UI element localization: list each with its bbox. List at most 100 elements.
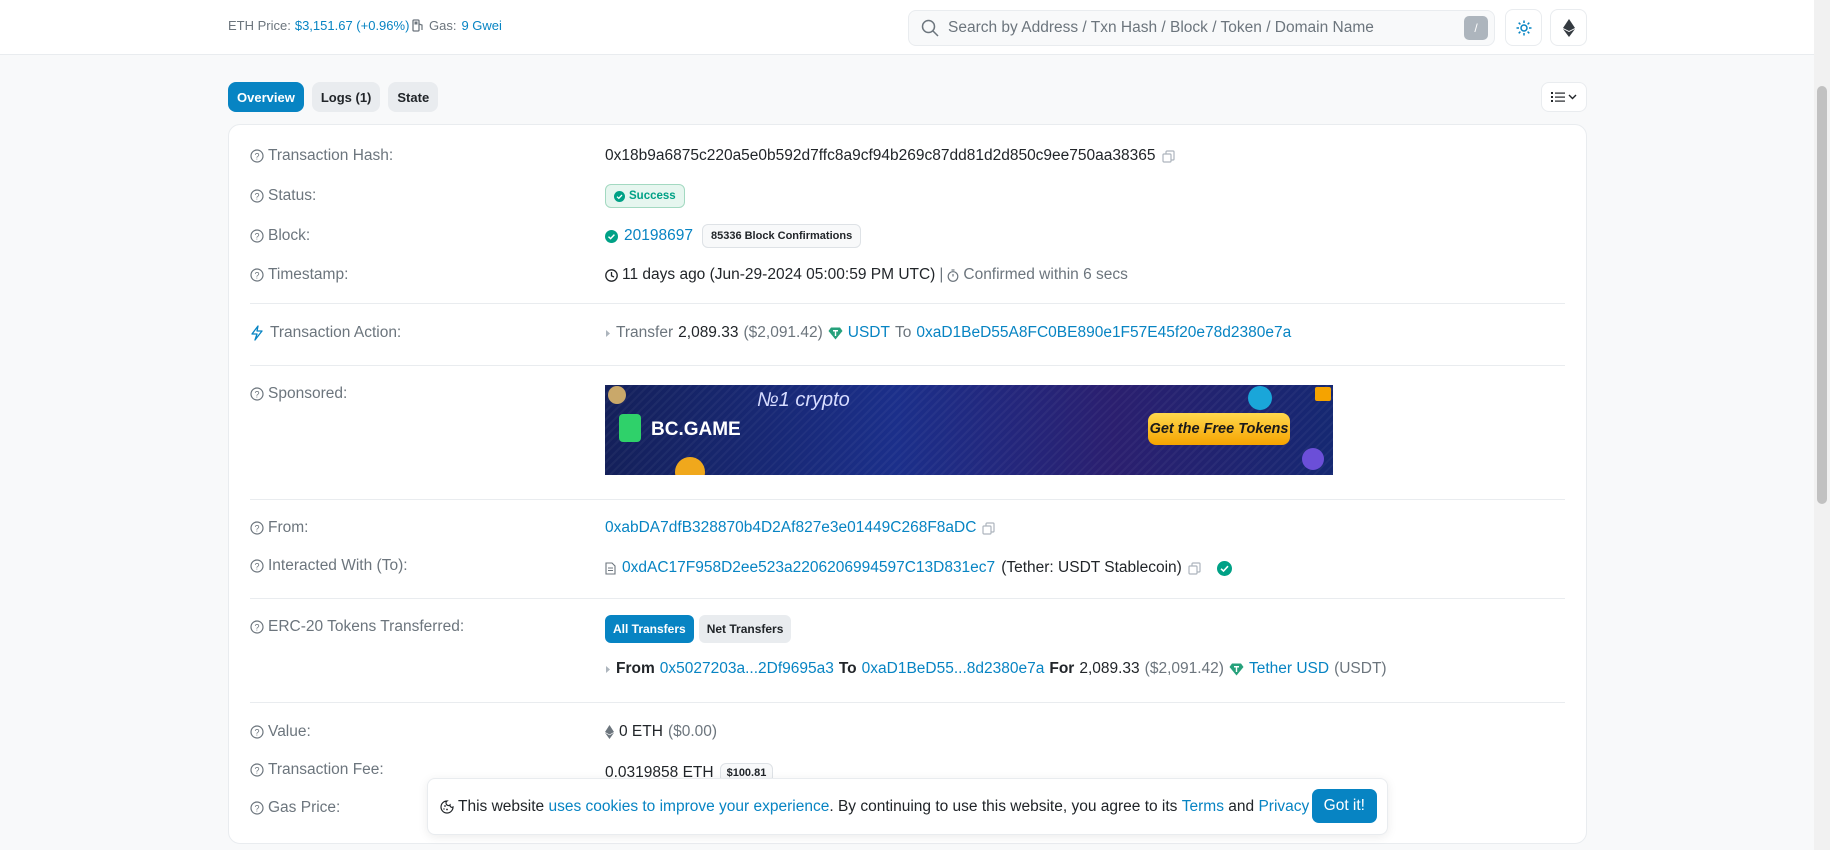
tab-state[interactable]: State — [388, 82, 439, 112]
coin-icon — [1248, 386, 1272, 410]
clock-icon — [605, 268, 618, 282]
block-label: ? Block: — [250, 227, 310, 245]
row-sponsored: ? Sponsored: BC.GAME №1 crypto Get the F… — [250, 385, 1565, 475]
tx-hash-label: ? Transaction Hash: — [250, 147, 393, 165]
action-to-word: To — [894, 324, 912, 341]
svg-text:?: ? — [254, 271, 259, 281]
cookie-text-1: This website — [458, 797, 545, 815]
network-switch-button[interactable] — [1550, 9, 1587, 46]
cookie-policy-link[interactable]: uses cookies to improve your experience — [548, 798, 829, 816]
status-badge: Success — [605, 184, 685, 208]
action-token-link[interactable]: USDT — [848, 324, 890, 342]
svg-text:?: ? — [254, 152, 259, 162]
erc20-symbol: (USDT) — [1334, 660, 1387, 677]
chevron-down-icon — [1568, 94, 1577, 100]
help-icon[interactable]: ? — [250, 229, 264, 243]
svg-text:?: ? — [254, 562, 259, 572]
row-tx-action: Transaction Action: Transfer 2,089.33 ($… — [250, 324, 1565, 344]
search-shortcut-key: / — [1464, 16, 1488, 40]
action-verb: Transfer — [616, 324, 674, 341]
erc20-usd: ($2,091.42) — [1144, 660, 1224, 677]
from-label: ? From: — [250, 519, 308, 537]
banner-tagline: №1 crypto — [757, 389, 850, 411]
view-options-button[interactable] — [1541, 82, 1587, 112]
tab-overview[interactable]: Overview — [228, 82, 304, 112]
search-input[interactable] — [948, 19, 1464, 37]
cookie-consent-bar: This website uses cookies to improve you… — [427, 778, 1388, 835]
help-icon[interactable]: ? — [250, 268, 264, 282]
from-address-link[interactable]: 0xabDA7dfB328870b4D2Af827e3e01449C268F8a… — [605, 519, 976, 537]
help-icon[interactable]: ? — [250, 521, 264, 535]
tether-diamond-icon — [1229, 663, 1244, 675]
tx-action-label: Transaction Action: — [250, 324, 401, 342]
row-timestamp: ? Timestamp: 11 days ago (Jun-29-2024 05… — [250, 266, 1565, 286]
block-confirmations-badge: 85336 Block Confirmations — [701, 224, 862, 248]
divider — [250, 598, 1565, 599]
stopwatch-icon — [947, 268, 959, 282]
list-icon — [1551, 92, 1565, 102]
block-number-link[interactable]: 20198697 — [624, 227, 693, 245]
search-bar[interactable]: / — [908, 10, 1495, 46]
action-to-link[interactable]: 0xaD1BeD55A8FC0BE890e1F57E45f20e78d2380e… — [916, 324, 1291, 342]
help-icon[interactable]: ? — [250, 620, 264, 634]
banner-cta-button[interactable]: Get the Free Tokens — [1148, 413, 1290, 445]
help-icon[interactable]: ? — [250, 763, 264, 777]
ethereum-icon — [1562, 18, 1575, 37]
verified-check-icon — [1216, 560, 1232, 576]
erc20-token-link[interactable]: Tether USD — [1249, 660, 1329, 678]
eth-price-value[interactable]: $3,151.67 (+0.96%) — [295, 18, 410, 33]
theme-toggle-button[interactable] — [1505, 9, 1542, 46]
help-icon[interactable]: ? — [250, 725, 264, 739]
sponsored-label: ? Sponsored: — [250, 385, 347, 403]
row-interacted-with: ? Interacted With (To): 0xdAC17F958D2ee5… — [250, 557, 1565, 577]
status-value: Success — [605, 184, 685, 208]
coin-icon — [1302, 448, 1324, 470]
row-from: ? From: 0xabDA7dfB328870b4D2Af827e3e0144… — [250, 519, 1565, 539]
check-circle-icon — [605, 229, 618, 243]
svg-text:?: ? — [254, 623, 259, 633]
cookie-text-2: . By continuing to use this website, you… — [829, 797, 1178, 815]
help-icon[interactable]: ? — [250, 189, 264, 203]
net-transfers-button[interactable]: Net Transfers — [698, 615, 792, 643]
copy-icon[interactable] — [1188, 561, 1201, 575]
help-icon[interactable]: ? — [250, 387, 264, 401]
erc20-from-link[interactable]: 0x5027203a...2Df9695a3 — [660, 660, 834, 678]
all-transfers-button[interactable]: All Transfers — [605, 615, 694, 643]
divider — [250, 499, 1565, 500]
copy-icon[interactable] — [982, 521, 996, 535]
timestamp: 11 days ago (Jun-29-2024 05:00:59 PM UTC… — [622, 266, 936, 283]
sponsored-banner[interactable]: BC.GAME №1 crypto Get the Free Tokens — [605, 385, 1333, 475]
search-icon — [921, 19, 939, 37]
tx-hash-value: 0x18b9a6875c220a5e0b592d7ffc8a9cf94b269c… — [605, 147, 1175, 165]
page-scrollbar[interactable] — [1814, 0, 1830, 850]
cookie-text-and: and — [1228, 797, 1255, 815]
copy-icon[interactable] — [1161, 149, 1175, 163]
fee-label: ? Transaction Fee: — [250, 761, 384, 779]
row-block: ? Block: 20198697 85336 Block Confirmati… — [250, 224, 1565, 248]
gas-value[interactable]: 9 Gwei — [461, 18, 501, 33]
to-label: ? Interacted With (To): — [250, 557, 408, 575]
got-it-button[interactable]: Got it! — [1311, 789, 1377, 823]
help-icon[interactable]: ? — [250, 801, 264, 815]
divider — [250, 702, 1565, 703]
caret-right-icon — [606, 665, 610, 673]
coin-icon — [608, 386, 626, 404]
to-address-link[interactable]: 0xdAC17F958D2ee523a2206206994597C13D831e… — [622, 559, 995, 577]
erc20-filter: All Transfers Net Transfers — [605, 615, 792, 643]
banner-brand: BC.GAME — [651, 419, 741, 440]
svg-text:?: ? — [254, 728, 259, 738]
row-value: ? Value: 0 ETH ($0.00) — [250, 723, 1565, 743]
confirmed-within: Confirmed within 6 secs — [963, 266, 1128, 283]
row-erc20: ? ERC-20 Tokens Transferred: All Transfe… — [250, 615, 1565, 698]
terms-link[interactable]: Terms — [1182, 798, 1224, 816]
erc20-to-link[interactable]: 0xaD1BeD55...8d2380e7a — [862, 660, 1045, 678]
help-icon[interactable]: ? — [250, 559, 264, 573]
scrollbar-thumb[interactable] — [1817, 86, 1827, 504]
tab-logs[interactable]: Logs (1) — [311, 82, 381, 112]
action-amount: 2,089.33 — [678, 324, 739, 341]
svg-text:?: ? — [254, 232, 259, 242]
ad-info-icon[interactable] — [1315, 387, 1331, 401]
to-name: (Tether: USDT Stablecoin) — [1001, 559, 1182, 576]
help-icon[interactable]: ? — [250, 149, 264, 163]
row-status: ? Status: Success — [250, 184, 1565, 208]
